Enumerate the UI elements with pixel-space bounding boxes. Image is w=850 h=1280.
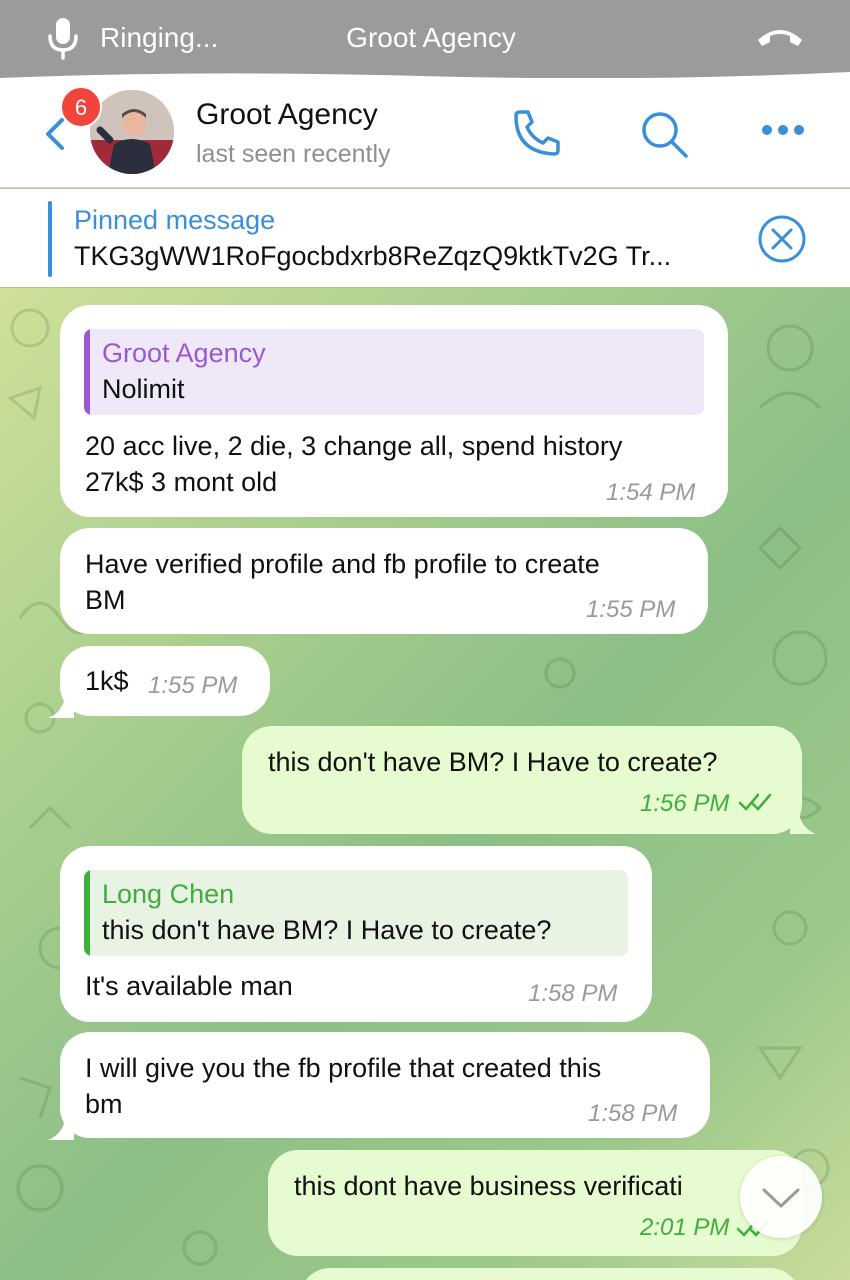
reply-text: this don't have BM? I Have to create? xyxy=(102,915,552,945)
call-title: Groot Agency xyxy=(346,22,516,53)
read-checkmarks-icon xyxy=(738,793,772,811)
bubble-tail xyxy=(790,802,816,834)
last-seen-status: last seen recently xyxy=(196,140,391,168)
message-bubble[interactable]: Groot Agency Nolimit 20 acc live, 2 die,… xyxy=(60,305,728,517)
pinned-label: Pinned message xyxy=(74,205,276,235)
message-time: 1:58 PM xyxy=(588,1100,678,1127)
message-bubble[interactable] xyxy=(300,1268,800,1280)
message-line: 1k$ xyxy=(85,666,129,696)
message-time: 1:55 PM xyxy=(586,596,676,623)
reply-author: Long Chen xyxy=(102,879,235,909)
reply-accent-bar xyxy=(84,329,90,415)
message-line: this dont have business verificati xyxy=(294,1171,683,1201)
unread-badge: 6 xyxy=(60,86,102,128)
message-line: BM xyxy=(85,585,126,615)
message-line: It's available man xyxy=(85,971,293,1001)
message-time: 1:55 PM xyxy=(148,672,238,699)
message-line: Have verified profile and fb profile to … xyxy=(85,549,600,579)
reply-text: Nolimit xyxy=(102,374,185,404)
reply-author: Groot Agency xyxy=(102,338,266,368)
ongoing-call-bar[interactable]: Ringing... Groot Agency xyxy=(0,0,850,82)
reply-quote[interactable]: Groot Agency Nolimit xyxy=(84,329,704,415)
message-bubble[interactable]: this dont have business verificati 2:01 … xyxy=(268,1150,802,1256)
message-bubble[interactable]: Have verified profile and fb profile to … xyxy=(60,528,708,634)
message-time: 1:58 PM xyxy=(528,980,618,1007)
bubble-tail xyxy=(48,686,74,718)
chat-header: 6 Groot Agency last seen recently xyxy=(0,78,850,188)
avatar[interactable] xyxy=(90,90,174,174)
more-icon[interactable] xyxy=(760,122,806,138)
hang-up-icon[interactable] xyxy=(754,22,806,52)
pinned-text: TKG3gWW1RoFgocbdxrb8ReZqzQ9ktkTv2G Tr... xyxy=(74,241,672,271)
chat-title[interactable]: Groot Agency xyxy=(196,98,378,132)
message-bubble[interactable]: this don't have BM? I Have to create? 1:… xyxy=(242,726,802,834)
bubble-tail xyxy=(48,1108,74,1140)
message-line: I will give you the fb profile that crea… xyxy=(85,1053,602,1083)
pinned-accent-bar xyxy=(48,201,52,277)
message-line: 20 acc live, 2 die, 3 change all, spend … xyxy=(85,431,623,461)
message-time: 1:54 PM xyxy=(606,479,696,506)
chat-area[interactable]: Groot Agency Nolimit 20 acc live, 2 die,… xyxy=(0,288,850,1280)
message-line: 27k$ 3 mont old xyxy=(85,467,278,497)
reply-accent-bar xyxy=(84,870,90,956)
message-line: this don't have BM? I Have to create? xyxy=(268,747,718,777)
scroll-to-bottom-button[interactable] xyxy=(740,1156,822,1238)
pinned-message-bar[interactable]: Pinned message TKG3gWW1RoFgocbdxrb8ReZqz… xyxy=(0,189,850,287)
reply-quote[interactable]: Long Chen this don't have BM? I Have to … xyxy=(84,870,628,956)
message-time: 1:56 PM xyxy=(640,790,730,817)
phone-icon[interactable] xyxy=(510,106,564,160)
close-icon[interactable] xyxy=(756,213,808,265)
chevron-down-icon xyxy=(762,1188,800,1208)
message-bubble[interactable]: I will give you the fb profile that crea… xyxy=(60,1032,710,1138)
search-icon[interactable] xyxy=(638,108,690,160)
message-bubble[interactable]: Long Chen this don't have BM? I Have to … xyxy=(60,846,652,1022)
message-time: 2:01 PM xyxy=(640,1214,730,1241)
message-line: bm xyxy=(85,1089,123,1119)
message-bubble[interactable]: 1k$ 1:55 PM xyxy=(60,646,270,716)
